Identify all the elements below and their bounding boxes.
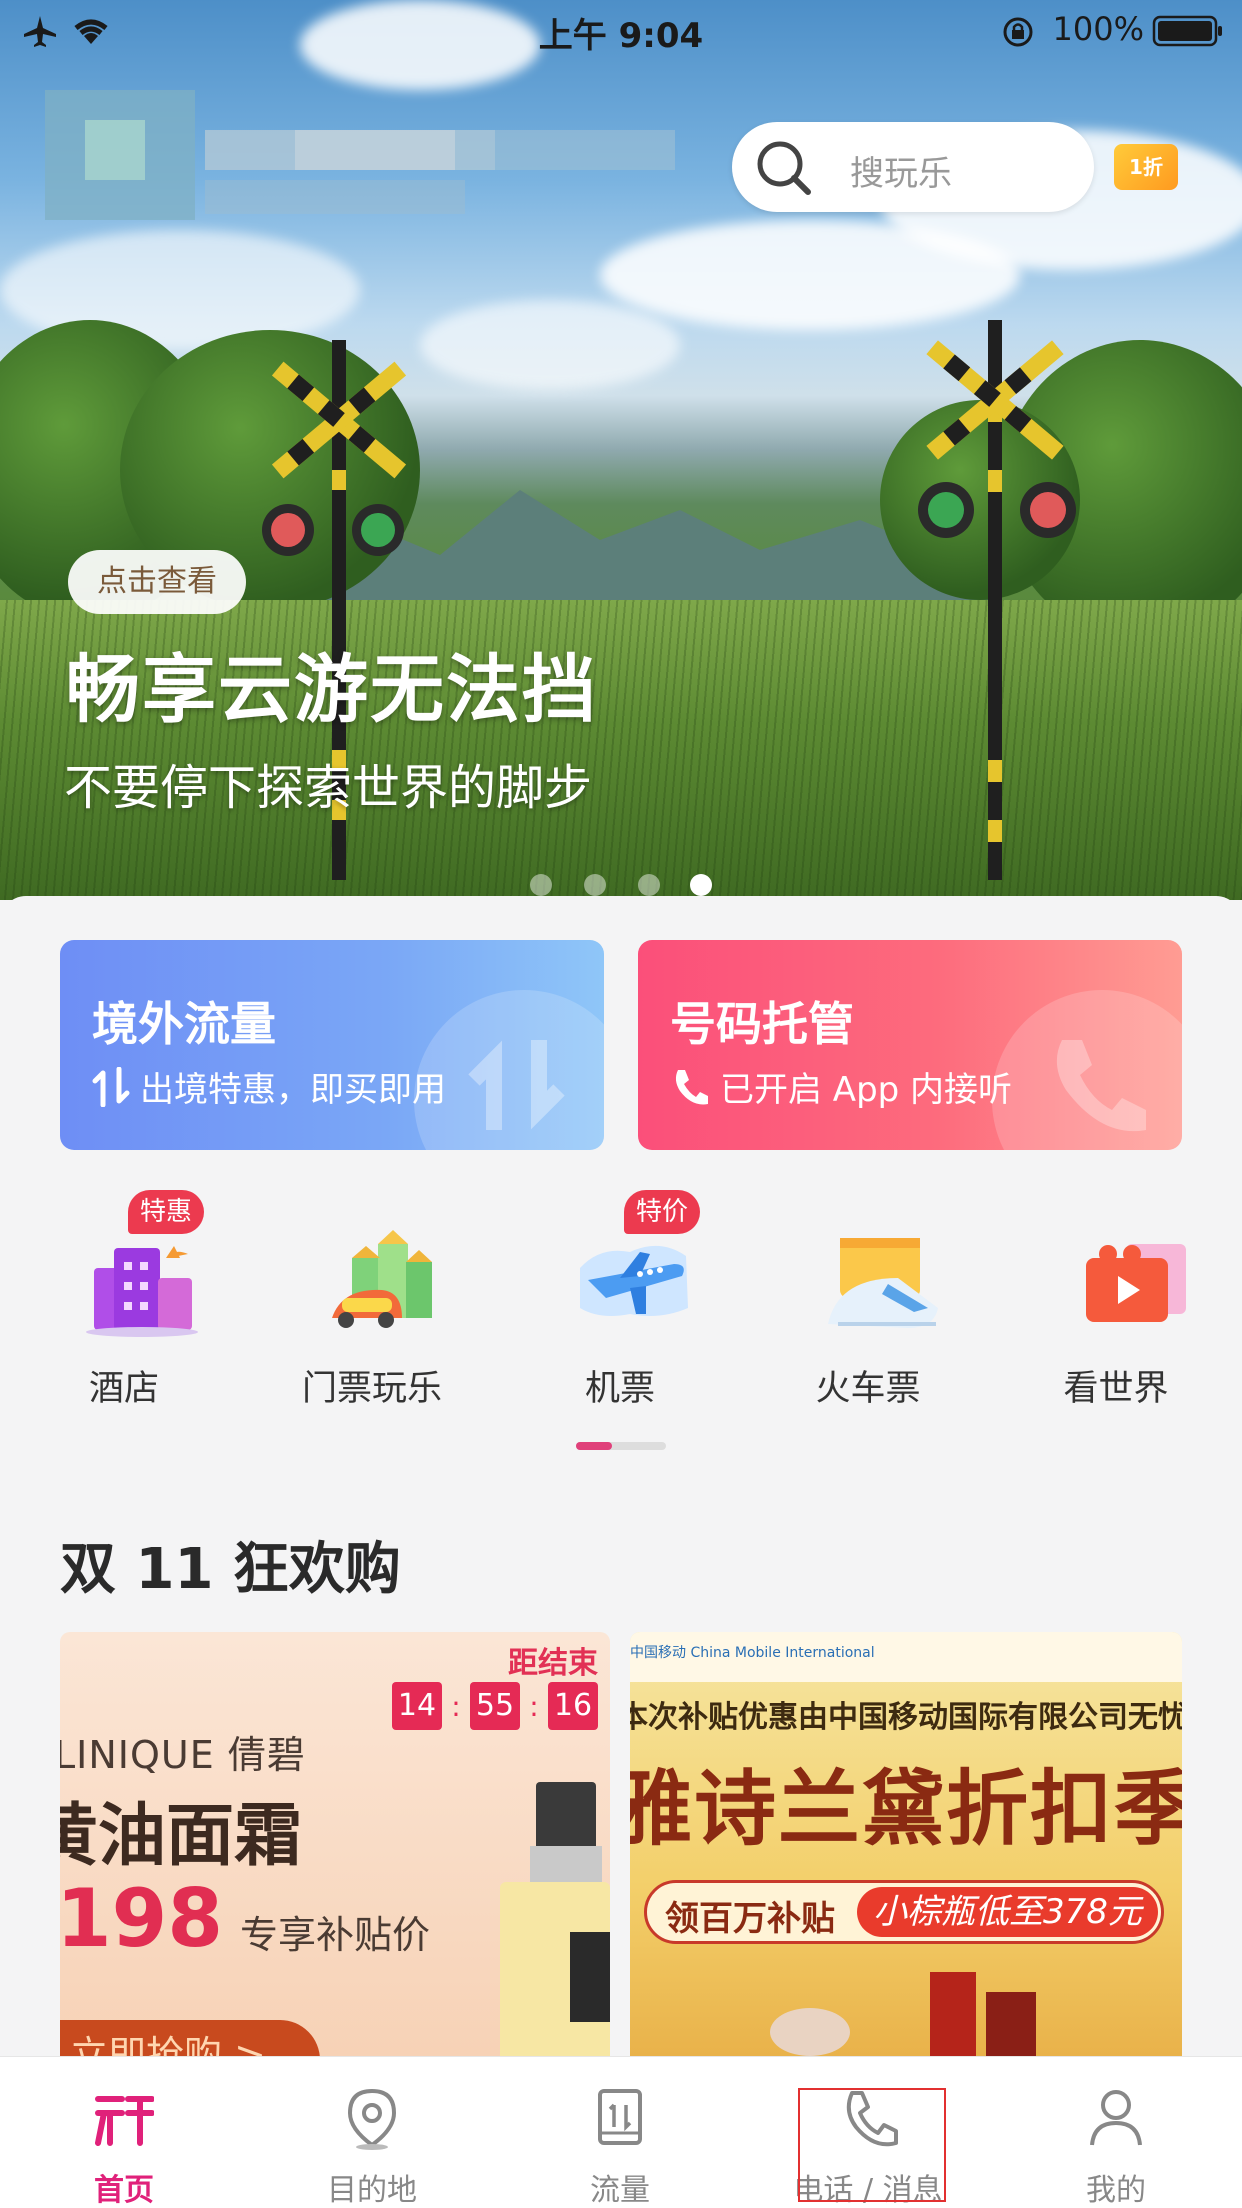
banner-disclaimer: 本次补贴优惠由中国移动国际有限公司无忧行提供 — [630, 1700, 1182, 1735]
video-icon — [1086, 1244, 1186, 1322]
tab-label: 我的 — [1086, 2173, 1146, 2208]
hero-subtitle: 不要停下探索世界的脚步 — [64, 760, 593, 816]
carousel-dot[interactable] — [530, 874, 552, 896]
category-see-the-world[interactable]: 看世界 — [1016, 1190, 1216, 1420]
promo-subtitle-row: 已开启 App 内接听 — [670, 1062, 1012, 1111]
hero-banner[interactable]: 上午 9:04 100% 搜玩乐 1折 点击查看 畅享云游无法挡 不要停下探索世… — [0, 0, 1242, 900]
promo-banner-estee-lauder[interactable]: 中国移动 China Mobile International 本次补贴优惠由中… — [630, 1632, 1182, 2056]
hero-title: 畅享云游无法挡 — [66, 647, 598, 733]
railway-crossing-sign — [918, 320, 1076, 880]
tab-home[interactable]: 首页 — [0, 2057, 248, 2208]
banner-title: 雅诗兰黛折扣季 — [630, 1762, 1182, 1857]
promo-subtitle: 已开启 App 内接听 — [720, 1070, 1013, 1110]
discount-badge[interactable]: 1折 — [1114, 144, 1178, 190]
tab-label: 首页 — [94, 2173, 154, 2208]
carousel-dot[interactable] — [638, 874, 660, 896]
user-icon — [1090, 2090, 1142, 2146]
search-icon — [757, 141, 811, 195]
status-bar: 上午 9:04 100% — [0, 0, 1242, 62]
category-hotel[interactable]: 特惠 酒店 — [24, 1190, 224, 1420]
category-tag: 特惠 — [128, 1190, 205, 1234]
category-grid: 特惠 酒店 门票玩乐 特价 机票 火车票 看世界 — [0, 1190, 1242, 1420]
banner-product: 黄油面霜 — [60, 1797, 303, 1876]
search-placeholder: 搜玩乐 — [850, 154, 952, 194]
tab-label: 目的地 — [327, 2173, 417, 2208]
category-tag: 特价 — [624, 1190, 701, 1234]
category-flights[interactable]: 特价 机票 — [520, 1190, 720, 1420]
phone-icon — [675, 1069, 708, 1104]
blurred-user-info — [45, 90, 675, 220]
home-logo-icon — [95, 2096, 154, 2146]
china-mobile-logo: 中国移动 China Mobile International — [630, 1645, 875, 1661]
product-bottle-image — [500, 1782, 610, 2056]
tab-destination[interactable]: 目的地 — [248, 2057, 496, 2208]
train-icon — [828, 1238, 938, 1328]
category-label: 酒店 — [88, 1369, 159, 1409]
highlight-box — [798, 2088, 946, 2202]
category-scroll-indicator — [576, 1442, 666, 1450]
phone-icon — [1056, 1040, 1146, 1132]
section-title: 双 11 狂欢购 — [60, 1537, 401, 1602]
location-pin-icon — [347, 2088, 397, 2150]
promo-title: 境外流量 — [92, 997, 276, 1051]
search-bar[interactable]: 搜玩乐 — [732, 122, 1094, 212]
countdown-hours: 14 — [392, 1682, 442, 1730]
banner-price: 198 — [60, 1872, 223, 1965]
promo-banner-clinique[interactable]: 距结束 14 : 55 : 16 LINIQUE 倩碧 黄油面霜 198 专享补… — [60, 1632, 610, 2056]
promo-subtitle-row: 出境特惠，即买即用 — [92, 1062, 446, 1111]
airplane-icon — [580, 1245, 688, 1316]
data-transfer-icon — [468, 1040, 565, 1130]
rotation-lock-icon — [1003, 17, 1033, 47]
bottom-tab-bar: 首页 目的地 流量 电话 / 消息 我的 — [0, 2056, 1242, 2208]
product-image — [770, 1972, 1036, 2056]
subsidy-price: 小棕瓶低至378元 — [857, 1887, 1158, 1937]
data-transfer-icon — [92, 1066, 130, 1107]
countdown-minutes: 55 — [470, 1682, 520, 1730]
scroll-indicator-fill — [576, 1442, 612, 1450]
subsidy-label: 领百万补贴 — [665, 1899, 835, 1939]
castle-icon — [332, 1230, 432, 1328]
banner-brand: LINIQUE 倩碧 — [60, 1733, 306, 1777]
subsidy-strip: 领百万补贴 小棕瓶低至378元 — [644, 1880, 1164, 1944]
countdown-seconds: 16 — [548, 1682, 598, 1730]
hotel-icon — [86, 1246, 198, 1337]
view-details-button[interactable]: 点击查看 — [68, 550, 246, 614]
category-label: 火车票 — [815, 1369, 921, 1409]
promo-card-number-hosting[interactable]: 号码托管 已开启 App 内接听 — [638, 940, 1182, 1150]
category-label: 机票 — [584, 1369, 655, 1409]
category-trains[interactable]: 火车票 — [768, 1190, 968, 1420]
carousel-dot-active[interactable] — [690, 874, 712, 896]
category-label: 看世界 — [1063, 1369, 1169, 1409]
promo-subtitle: 出境特惠，即买即用 — [140, 1070, 446, 1110]
carousel-indicator — [530, 874, 730, 898]
data-usage-icon — [598, 2089, 642, 2145]
carousel-dot[interactable] — [584, 874, 606, 896]
cloud — [420, 300, 680, 390]
tab-label: 流量 — [590, 2173, 650, 2208]
promo-title: 号码托管 — [670, 997, 854, 1051]
tab-mine[interactable]: 我的 — [992, 2057, 1240, 2208]
tab-data[interactable]: 流量 — [496, 2057, 744, 2208]
countdown-label: 距结束 — [508, 1646, 598, 1681]
promo-card-roaming-data[interactable]: 境外流量 出境特惠，即买即用 — [60, 940, 604, 1150]
battery-icon — [1152, 15, 1222, 47]
banner-price-note: 专享补贴价 — [240, 1913, 431, 1957]
battery-percentage: 100% — [1052, 10, 1144, 48]
buy-now-button[interactable]: 立即抢购 > — [60, 2020, 320, 2056]
countdown-timer: 14 : 55 : 16 — [392, 1682, 598, 1730]
category-label: 门票玩乐 — [301, 1369, 442, 1409]
category-tickets[interactable]: 门票玩乐 — [272, 1190, 472, 1420]
